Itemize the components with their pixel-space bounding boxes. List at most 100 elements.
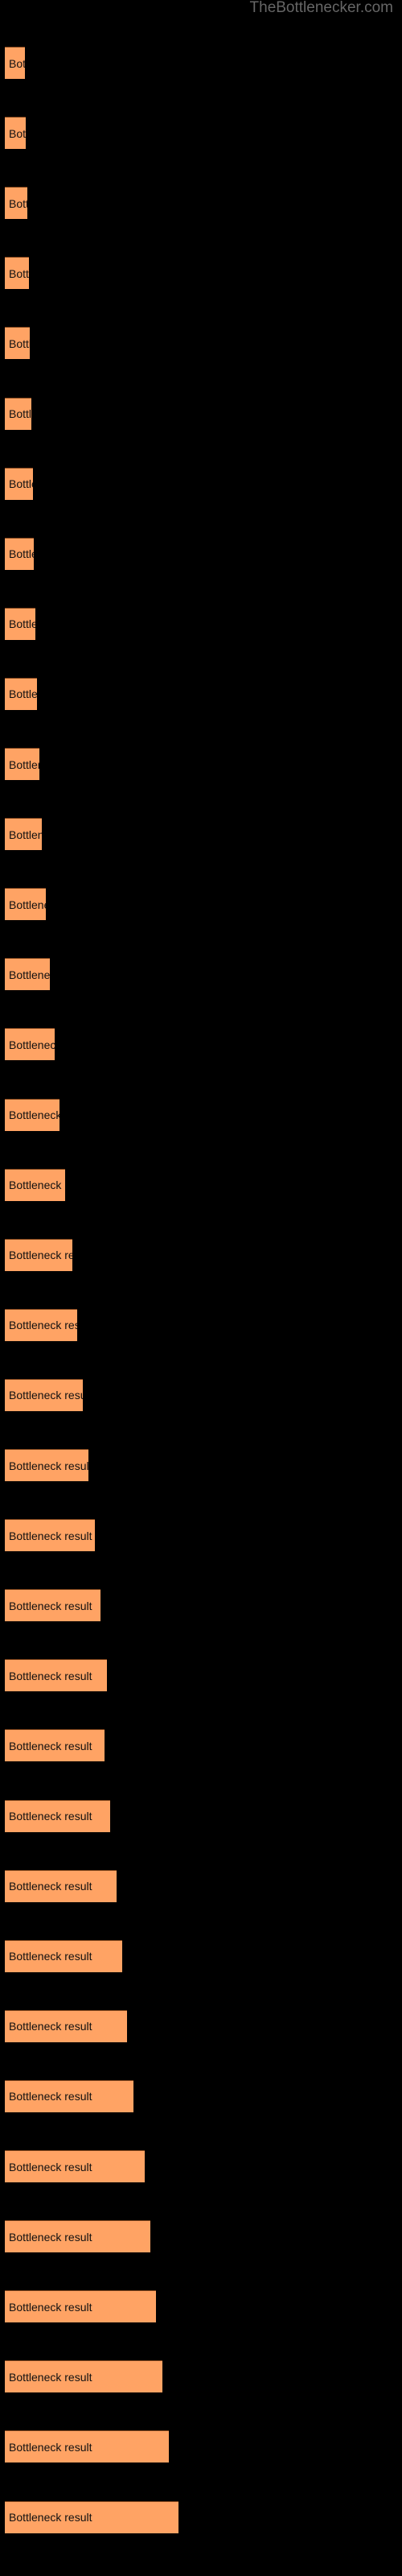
bar-row: Bottleneck result [0,748,402,781]
bar-row: Bottleneck result [0,2500,402,2534]
bar-row: Bottleneck result [0,1449,402,1482]
bar-row: Bottleneck result [0,1799,402,1833]
bar-row: Bottleneck result [0,607,402,641]
bar-row: Bottleneck result [0,2430,402,2463]
bar-label: Bottleneck result [9,1739,92,1752]
bar[interactable]: Bottleneck result [5,187,27,220]
bar-row: Bottleneck result [0,187,402,220]
bar-row: Bottleneck result [0,397,402,431]
bar[interactable]: Bottleneck result [5,327,30,360]
bar[interactable]: Bottleneck result [5,677,37,710]
bar-row: Bottleneck result [0,117,402,150]
bar[interactable]: Bottleneck result [5,1659,107,1692]
bar-label: Bottleneck result [9,1179,65,1192]
bar-label: Bottleneck result [9,1950,92,1963]
bar[interactable]: Bottleneck result [5,2079,133,2112]
bar-row: Bottleneck result [0,1028,402,1061]
bar-label: Bottleneck result [9,547,34,561]
bar-row: Bottleneck result [0,467,402,501]
bar-row: Bottleneck result [0,1519,402,1552]
bar-label: Bottleneck result [9,1810,92,1823]
bar[interactable]: Bottleneck result [5,117,26,150]
bar[interactable]: Bottleneck result [5,2360,162,2393]
bar[interactable]: Bottleneck result [5,1168,65,1201]
bar[interactable]: Bottleneck result [5,467,33,500]
bar-label: Bottleneck result [9,2090,92,2103]
bar-label: Bottleneck result [9,1529,92,1542]
bar-label: Bottleneck result [9,56,25,70]
bar-row: Bottleneck result [0,818,402,851]
bar[interactable]: Bottleneck result [5,1028,55,1061]
bar[interactable]: Bottleneck result [5,748,39,780]
bar-row: Bottleneck result [0,1869,402,1903]
bar-label: Bottleneck result [9,1249,72,1262]
bar[interactable]: Bottleneck result [5,1869,117,1902]
bar-row: Bottleneck result [0,47,402,80]
bar[interactable]: Bottleneck result [5,1729,105,1762]
bar-label: Bottleneck result [9,898,46,911]
bar-row: Bottleneck result [0,1098,402,1132]
bar[interactable]: Bottleneck result [5,47,25,79]
bar[interactable]: Bottleneck result [5,818,42,851]
bar-label: Bottleneck result [9,477,33,491]
bar-row: Bottleneck result [0,327,402,360]
bar-row: Bottleneck result [0,2150,402,2183]
bar[interactable]: Bottleneck result [5,397,31,430]
bar-label: Bottleneck result [9,1669,92,1682]
bar-row: Bottleneck result [0,888,402,921]
bar-row: Bottleneck result [0,2009,402,2043]
bar-label: Bottleneck result [9,196,27,210]
bar-row: Bottleneck result [0,1659,402,1692]
bar[interactable]: Bottleneck result [5,1939,122,1972]
bar-label: Bottleneck result [9,1389,83,1402]
bar[interactable]: Bottleneck result [5,1238,72,1271]
bar-label: Bottleneck result [9,1319,77,1332]
bar-label: Bottleneck result [9,407,31,420]
bar[interactable]: Bottleneck result [5,2220,150,2253]
bar[interactable]: Bottleneck result [5,1519,95,1552]
bar-row: Bottleneck result [0,257,402,290]
bar-row: Bottleneck result [0,677,402,711]
bar-label: Bottleneck result [9,1880,92,1893]
bar[interactable]: Bottleneck result [5,2290,156,2323]
bar[interactable]: Bottleneck result [5,2009,127,2042]
bar[interactable]: Bottleneck result [5,257,29,290]
bar-label: Bottleneck result [9,1459,88,1472]
bottleneck-bar-chart: TheBottlenecker.com Bottleneck result Bot… [0,0,402,2576]
bar-label: Bottleneck result [9,1108,59,1121]
bar[interactable]: Bottleneck result [5,607,35,640]
bar[interactable]: Bottleneck result [5,1098,59,1131]
bar-label: Bottleneck result [9,968,50,981]
bar-row: Bottleneck result [0,1729,402,1762]
bar[interactable]: Bottleneck result [5,1308,77,1341]
bar-label: Bottleneck result [9,2511,92,2524]
bar[interactable]: Bottleneck result [5,1589,100,1622]
bar-label: Bottleneck result [9,2160,92,2174]
bar-row: Bottleneck result [0,1308,402,1342]
bar-row: Bottleneck result [0,2360,402,2393]
bar[interactable]: Bottleneck result [5,1799,110,1832]
bar-label: Bottleneck result [9,1038,55,1051]
bar[interactable]: Bottleneck result [5,1449,88,1481]
bar[interactable]: Bottleneck result [5,537,34,570]
bar-label: Bottleneck result [9,266,29,280]
bar[interactable]: Bottleneck result [5,2150,145,2182]
bar[interactable]: Bottleneck result [5,958,50,991]
bar-label: Bottleneck result [9,2230,92,2244]
bar[interactable]: Bottleneck result [5,2430,169,2463]
bar-label: Bottleneck result [9,2370,92,2384]
bar-row: Bottleneck result [0,1168,402,1202]
bar-row: Bottleneck result [0,1238,402,1272]
bar-label: Bottleneck result [9,2300,92,2314]
bar-label: Bottleneck result [9,687,37,701]
bar-label: Bottleneck result [9,758,39,771]
bar[interactable]: Bottleneck result [5,888,46,921]
bar-label: Bottleneck result [9,828,42,841]
bar-label: Bottleneck result [9,1599,92,1612]
bar-row: Bottleneck result [0,2220,402,2253]
bar-row: Bottleneck result [0,1589,402,1622]
bar-label: Bottleneck result [9,617,35,631]
bar[interactable]: Bottleneck result [5,2500,178,2533]
bar[interactable]: Bottleneck result [5,1378,83,1411]
bar-row: Bottleneck result [0,537,402,571]
